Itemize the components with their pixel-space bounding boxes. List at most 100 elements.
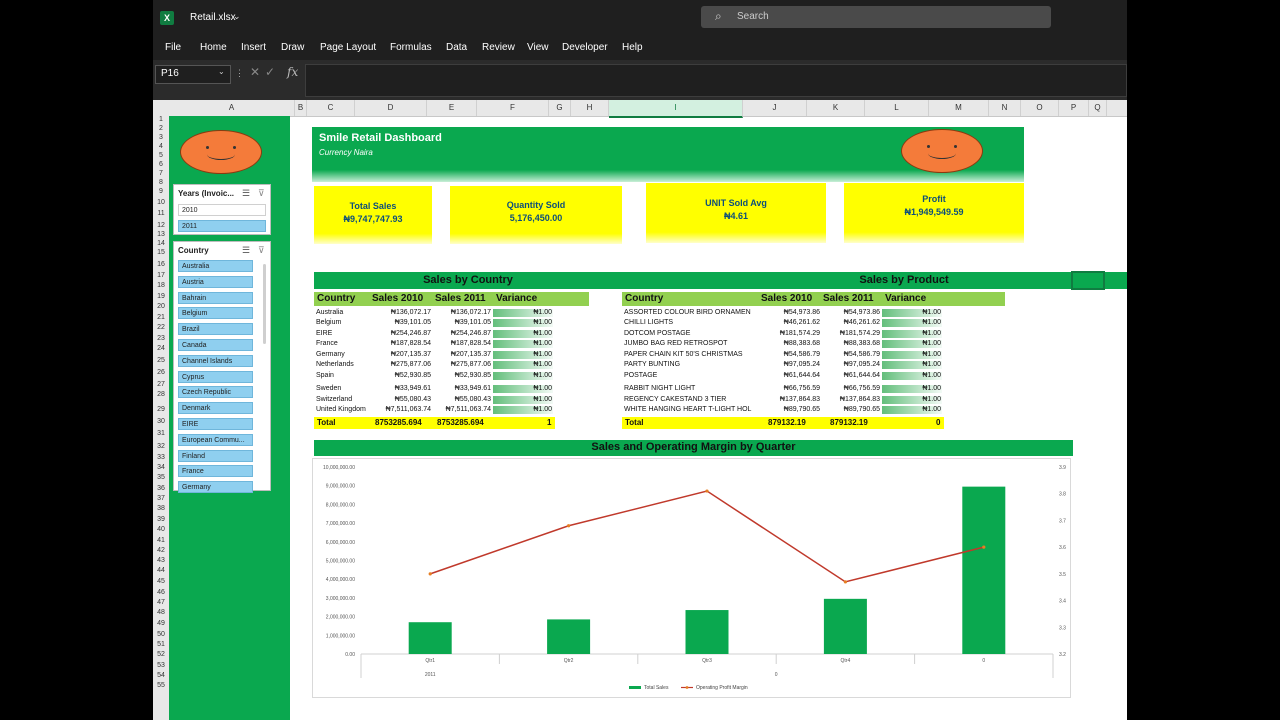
slicer-item-country[interactable]: Czech Republic	[178, 386, 253, 399]
row-number[interactable]: 21	[153, 314, 169, 321]
column-header-d[interactable]: D	[355, 100, 427, 116]
column-header-h[interactable]: H	[571, 100, 609, 116]
insert-function-icon[interactable]: fx	[287, 65, 298, 79]
slicer-item-country[interactable]: Austria	[178, 275, 253, 288]
row-number[interactable]: 36	[153, 485, 169, 492]
column-header-m[interactable]: M	[929, 100, 989, 116]
slicer-scrollbar[interactable]	[263, 264, 266, 344]
row-number[interactable]: 41	[153, 537, 169, 544]
cancel-icon[interactable]: ✕	[250, 65, 260, 79]
tab-insert[interactable]: Insert	[241, 42, 266, 53]
row-number[interactable]: 34	[153, 464, 169, 471]
row-number[interactable]: 4	[153, 143, 169, 150]
selected-cell[interactable]	[1071, 271, 1105, 290]
slicer-item-country[interactable]: Germany	[178, 481, 253, 494]
tab-help[interactable]: Help	[622, 42, 643, 53]
slicer-item-country[interactable]: Channel Islands	[178, 354, 253, 367]
slicer-item-country[interactable]: Belgium	[178, 307, 253, 320]
slicer-item-2011[interactable]: 2011	[178, 220, 266, 232]
column-header-f[interactable]: F	[477, 100, 549, 116]
row-number[interactable]: 26	[153, 369, 169, 376]
row-number[interactable]: 22	[153, 324, 169, 331]
slicer-item-country[interactable]: Bahrain	[178, 291, 253, 304]
row-number[interactable]: 47	[153, 599, 169, 606]
column-header-a[interactable]: A	[169, 100, 295, 116]
row-number[interactable]: 19	[153, 293, 169, 300]
row-number[interactable]: 43	[153, 557, 169, 564]
clear-filter-icon[interactable]: ⊽	[258, 245, 265, 256]
row-number[interactable]: 32	[153, 443, 169, 450]
column-header-g[interactable]: G	[549, 100, 571, 116]
chevron-down-icon[interactable]: ⌄	[218, 67, 225, 76]
tab-file[interactable]: File	[165, 42, 181, 53]
row-number[interactable]: 50	[153, 631, 169, 638]
slicer-item-country[interactable]: Brazil	[178, 323, 253, 336]
slicer-item-country[interactable]: European Commu...	[178, 433, 253, 446]
slicer-item-country[interactable]: EIRE	[178, 418, 253, 430]
row-number[interactable]: 39	[153, 516, 169, 523]
column-header-k[interactable]: K	[807, 100, 865, 116]
check-icon[interactable]: ✓	[265, 65, 275, 79]
row-number[interactable]: 45	[153, 578, 169, 585]
slicer-item-country[interactable]: Australia	[178, 260, 253, 272]
formula-input[interactable]	[305, 64, 1127, 97]
slicer-item-2010[interactable]: 2010	[178, 204, 266, 216]
row-number[interactable]: 24	[153, 345, 169, 352]
row-number[interactable]: 23	[153, 335, 169, 342]
row-number[interactable]: 8	[153, 179, 169, 186]
column-header-j[interactable]: J	[743, 100, 807, 116]
row-number[interactable]: 13	[153, 231, 169, 238]
row-number[interactable]: 18	[153, 282, 169, 289]
slicer-item-country[interactable]: Denmark	[178, 402, 253, 415]
row-number[interactable]: 25	[153, 357, 169, 364]
column-header-e[interactable]: E	[427, 100, 477, 116]
row-number[interactable]: 29	[153, 406, 169, 413]
column-header-p[interactable]: P	[1059, 100, 1089, 116]
row-number[interactable]: 35	[153, 474, 169, 481]
row-number[interactable]: 10	[153, 199, 169, 206]
column-header-l[interactable]: L	[865, 100, 929, 116]
slicer-item-country[interactable]: Finland	[178, 449, 253, 462]
row-number[interactable]: 12	[153, 222, 169, 229]
row-number[interactable]: 5	[153, 152, 169, 159]
name-box[interactable]: P16 ⌄	[155, 65, 231, 84]
file-name[interactable]: Retail.xlsx	[190, 12, 236, 23]
search-box[interactable]: ⌕ Search	[701, 6, 1051, 28]
row-number[interactable]: 38	[153, 505, 169, 512]
row-number[interactable]: 30	[153, 418, 169, 425]
row-number[interactable]: 44	[153, 567, 169, 574]
clear-filter-icon[interactable]: ⊽	[258, 188, 265, 199]
slicer-item-country[interactable]: France	[178, 465, 253, 478]
row-number[interactable]: 14	[153, 240, 169, 247]
tab-formulas[interactable]: Formulas	[390, 42, 432, 53]
row-number[interactable]: 40	[153, 526, 169, 533]
sales-margin-chart[interactable]: 0.00 1,000,000.00 2,000,000.00 3,000,000.00…	[312, 458, 1071, 698]
row-number[interactable]: 53	[153, 662, 169, 669]
row-number[interactable]: 46	[153, 589, 169, 596]
slicer-item-country[interactable]: Cyprus	[178, 370, 253, 383]
tab-page-layout[interactable]: Page Layout	[320, 42, 376, 53]
multi-select-icon[interactable]: ☰	[242, 245, 250, 256]
row-number[interactable]: 3	[153, 134, 169, 141]
tab-home[interactable]: Home	[200, 42, 227, 53]
more-icon[interactable]: ⋮	[235, 68, 244, 79]
row-number[interactable]: 7	[153, 170, 169, 177]
row-number[interactable]: 9	[153, 188, 169, 195]
column-header-o[interactable]: O	[1021, 100, 1059, 116]
chevron-down-icon[interactable]: ⌄	[233, 11, 241, 22]
row-number[interactable]: 52	[153, 651, 169, 658]
row-number[interactable]: 17	[153, 272, 169, 279]
row-number[interactable]: 16	[153, 261, 169, 268]
row-number[interactable]: 51	[153, 641, 169, 648]
row-number[interactable]: 33	[153, 454, 169, 461]
column-header-c[interactable]: C	[307, 100, 355, 116]
row-number[interactable]: 55	[153, 682, 169, 689]
row-number[interactable]: 11	[153, 210, 169, 217]
row-number[interactable]: 20	[153, 303, 169, 310]
row-number[interactable]: 15	[153, 249, 169, 256]
column-header-n[interactable]: N	[989, 100, 1021, 116]
row-number[interactable]: 49	[153, 620, 169, 627]
row-number[interactable]: 42	[153, 547, 169, 554]
tab-draw[interactable]: Draw	[281, 42, 304, 53]
multi-select-icon[interactable]: ☰	[242, 188, 250, 199]
